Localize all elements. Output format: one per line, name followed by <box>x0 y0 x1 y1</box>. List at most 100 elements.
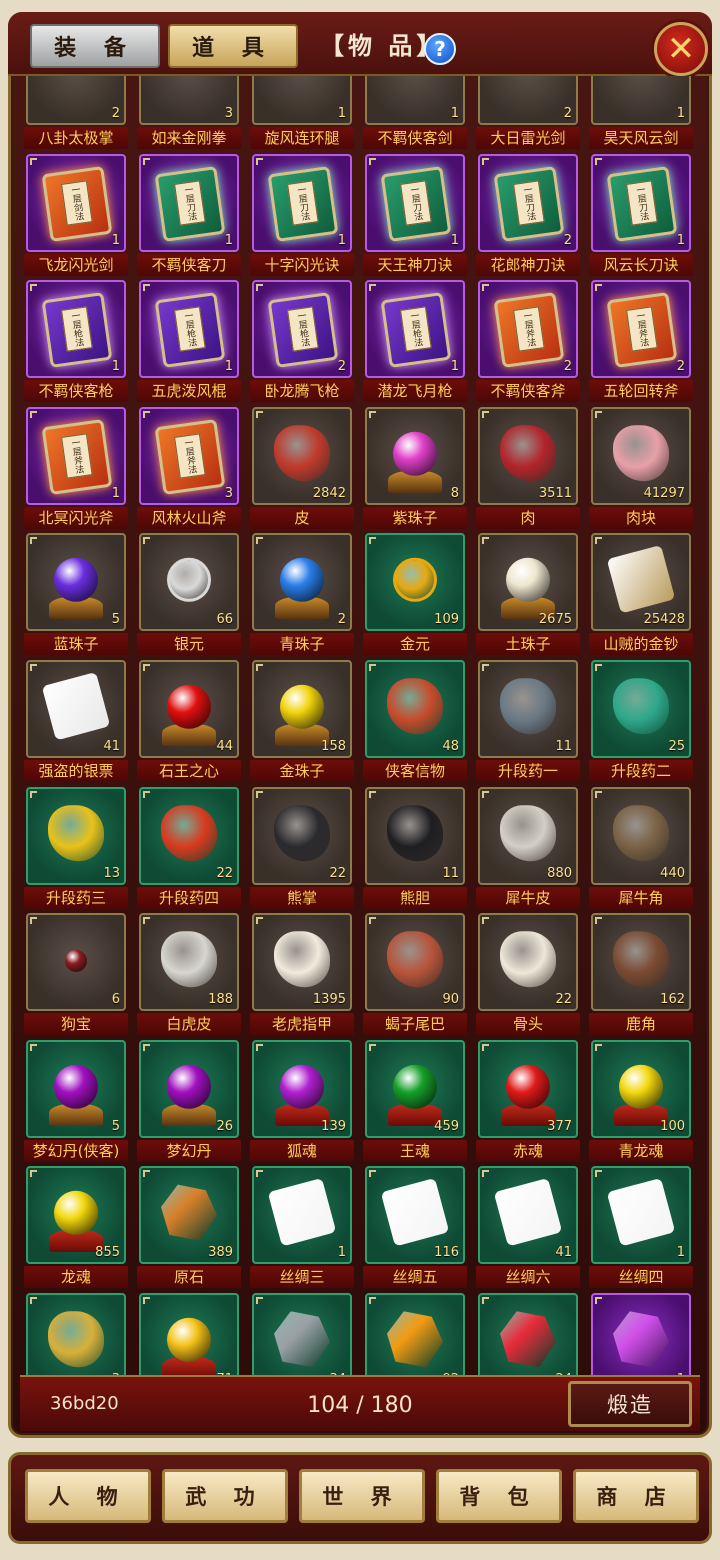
item-slot[interactable]: 188 <box>139 913 239 1012</box>
item-slot[interactable]: 1395 <box>252 913 352 1012</box>
item-slot[interactable]: 3511 <box>478 406 578 505</box>
item-slot[interactable]: 一层枪法 1 <box>26 280 126 379</box>
inventory-item[interactable]: 11 熊胆 <box>355 786 467 913</box>
item-slot[interactable]: 90 <box>365 913 465 1012</box>
item-slot[interactable]: 11 <box>478 660 578 758</box>
item-slot[interactable]: 5 <box>26 533 126 632</box>
item-slot[interactable]: 158 <box>252 660 352 758</box>
inventory-item[interactable]: 1 丝绸四 <box>581 1166 693 1292</box>
inventory-item[interactable]: 3神工斧 <box>16 1293 126 1376</box>
item-slot[interactable]: 一层刀法 1 <box>139 153 239 252</box>
item-slot[interactable]: 25428 <box>591 533 691 632</box>
item-slot[interactable]: 880 <box>478 786 578 885</box>
item-slot[interactable]: 25 <box>591 660 691 758</box>
inventory-item[interactable]: 3511 肉 <box>468 406 580 533</box>
nav-character[interactable]: 人 物 <box>25 1469 151 1523</box>
nav-shop[interactable]: 商 店 <box>573 1469 699 1523</box>
inventory-item[interactable]: 5 梦幻丹(侠客) <box>16 1039 128 1166</box>
nav-backpack[interactable]: 背 包 <box>436 1469 562 1523</box>
item-slot[interactable]: 一层枪法 1 <box>139 280 239 379</box>
item-slot[interactable]: 一层刀法 1 <box>365 153 465 252</box>
item-slot[interactable]: 22 <box>139 786 239 885</box>
item-slot[interactable]: 377 <box>478 1039 578 1138</box>
item-slot[interactable]: 3 <box>139 76 239 125</box>
item-slot[interactable]: 2842 <box>252 406 352 505</box>
inventory-item[interactable]: 1 昊天风云剑 <box>581 76 693 153</box>
inventory-item[interactable]: 一层刀法 1 不羁侠客刀 <box>129 153 241 280</box>
inventory-item[interactable]: 一层斧法 2 五轮回转斧 <box>581 280 693 406</box>
inventory-item[interactable]: 22 骨头 <box>468 913 580 1039</box>
inventory-item[interactable]: 一层斧法 2 不羁侠客斧 <box>468 280 580 406</box>
inventory-item[interactable]: 22 熊掌 <box>242 786 354 913</box>
inventory-item[interactable]: 139 狐魂 <box>242 1039 354 1166</box>
inventory-item[interactable]: 92黄龙精华 <box>355 1293 465 1376</box>
item-slot[interactable]: 一层刀法 1 <box>591 153 691 252</box>
item-slot[interactable]: 1 <box>591 76 691 125</box>
item-slot[interactable]: 41 <box>478 1166 578 1265</box>
inventory-item[interactable]: 389 原石 <box>129 1166 241 1292</box>
item-slot[interactable]: 24 <box>478 1293 578 1376</box>
item-slot[interactable]: 41 <box>26 660 126 758</box>
item-slot[interactable]: 1 <box>591 1166 691 1265</box>
inventory-item[interactable]: 11 升段药一 <box>468 660 580 786</box>
inventory-item[interactable]: 855 龙魂 <box>16 1166 128 1292</box>
inventory-item[interactable]: 25428 山贼的金钞 <box>581 533 693 659</box>
item-slot[interactable]: 8 <box>365 406 465 505</box>
inventory-item[interactable]: 一层刀法 2 花郎神刀诀 <box>468 153 580 280</box>
inventory-item[interactable]: 一层刀法 1 风云长刀诀 <box>581 153 693 280</box>
inventory-item[interactable]: 90 蝎子尾巴 <box>355 913 467 1039</box>
item-slot[interactable]: 109 <box>365 533 465 632</box>
item-slot[interactable]: 2 <box>252 533 352 632</box>
inventory-item[interactable]: 一层剑法 1 飞龙闪光剑 <box>16 153 128 280</box>
inventory-item[interactable]: 41 丝绸六 <box>468 1166 580 1292</box>
item-slot[interactable]: 92 <box>365 1293 465 1376</box>
inventory-item[interactable]: 71魂石 <box>129 1293 239 1376</box>
item-slot[interactable]: 26 <box>139 1039 239 1138</box>
inventory-item[interactable]: 880 犀牛皮 <box>468 786 580 913</box>
item-slot[interactable]: 一层剑法 1 <box>26 153 126 252</box>
item-slot[interactable]: 5 <box>26 1039 126 1138</box>
item-slot[interactable]: 41297 <box>591 406 691 505</box>
item-slot[interactable]: 1 <box>591 1293 691 1376</box>
inventory-item[interactable]: 一层刀法 1 十字闪光诀 <box>242 153 354 280</box>
inventory-item[interactable]: 1 不羁侠客剑 <box>355 76 467 153</box>
item-slot[interactable]: 一层枪法 1 <box>365 280 465 379</box>
item-slot[interactable]: 71 <box>139 1293 239 1376</box>
inventory-item[interactable]: 34侠客精华 <box>242 1293 352 1376</box>
inventory-item[interactable]: 1 丝绸三 <box>242 1166 354 1292</box>
inventory-item[interactable]: 1 旋风连环腿 <box>242 76 354 153</box>
inventory-item[interactable]: 100 青龙魂 <box>581 1039 693 1166</box>
tab-equipment[interactable]: 装 备 <box>30 24 160 68</box>
inventory-item[interactable]: 48 侠客信物 <box>355 660 467 786</box>
item-slot[interactable]: 2 <box>478 76 578 125</box>
inventory-item[interactable]: 158 金珠子 <box>242 660 354 786</box>
help-icon[interactable]: ? <box>424 33 456 65</box>
inventory-item[interactable]: 22 升段药四 <box>129 786 241 913</box>
item-slot[interactable]: 48 <box>365 660 465 758</box>
item-slot[interactable]: 11 <box>365 786 465 885</box>
inventory-item[interactable]: 2 大日雷光剑 <box>468 76 580 153</box>
inventory-item[interactable]: 25 升段药二 <box>581 660 693 786</box>
inventory-item[interactable]: 1395 老虎指甲 <box>242 913 354 1039</box>
inventory-item[interactable]: 一层枪法 1 五虎泼风棍 <box>129 280 241 406</box>
inventory-item[interactable]: 116 丝绸五 <box>355 1166 467 1292</box>
inventory-item[interactable]: 377 赤魂 <box>468 1039 580 1166</box>
item-slot[interactable]: 162 <box>591 913 691 1012</box>
inventory-item[interactable]: 26 梦幻丹 <box>129 1039 241 1166</box>
inventory-item[interactable]: 188 白虎皮 <box>129 913 241 1039</box>
inventory-item[interactable]: 一层枪法 2 卧龙腾飞枪 <box>242 280 354 406</box>
item-slot[interactable]: 100 <box>591 1039 691 1138</box>
inventory-item[interactable]: 440 犀牛角 <box>581 786 693 913</box>
item-slot[interactable]: 3 <box>26 1293 126 1376</box>
item-slot[interactable]: 2 <box>26 76 126 125</box>
inventory-item[interactable]: 1妖狐精华 <box>581 1293 691 1376</box>
item-slot[interactable]: 34 <box>252 1293 352 1376</box>
item-slot[interactable]: 一层斧法 2 <box>478 280 578 379</box>
item-slot[interactable]: 22 <box>478 913 578 1012</box>
inventory-item[interactable]: 109 金元 <box>355 533 467 659</box>
inventory-item[interactable]: 一层枪法 1 潜龙飞月枪 <box>355 280 467 406</box>
inventory-item[interactable]: 6 狗宝 <box>16 913 128 1039</box>
item-slot[interactable]: 66 <box>139 533 239 632</box>
item-slot[interactable]: 116 <box>365 1166 465 1265</box>
item-slot[interactable]: 440 <box>591 786 691 885</box>
